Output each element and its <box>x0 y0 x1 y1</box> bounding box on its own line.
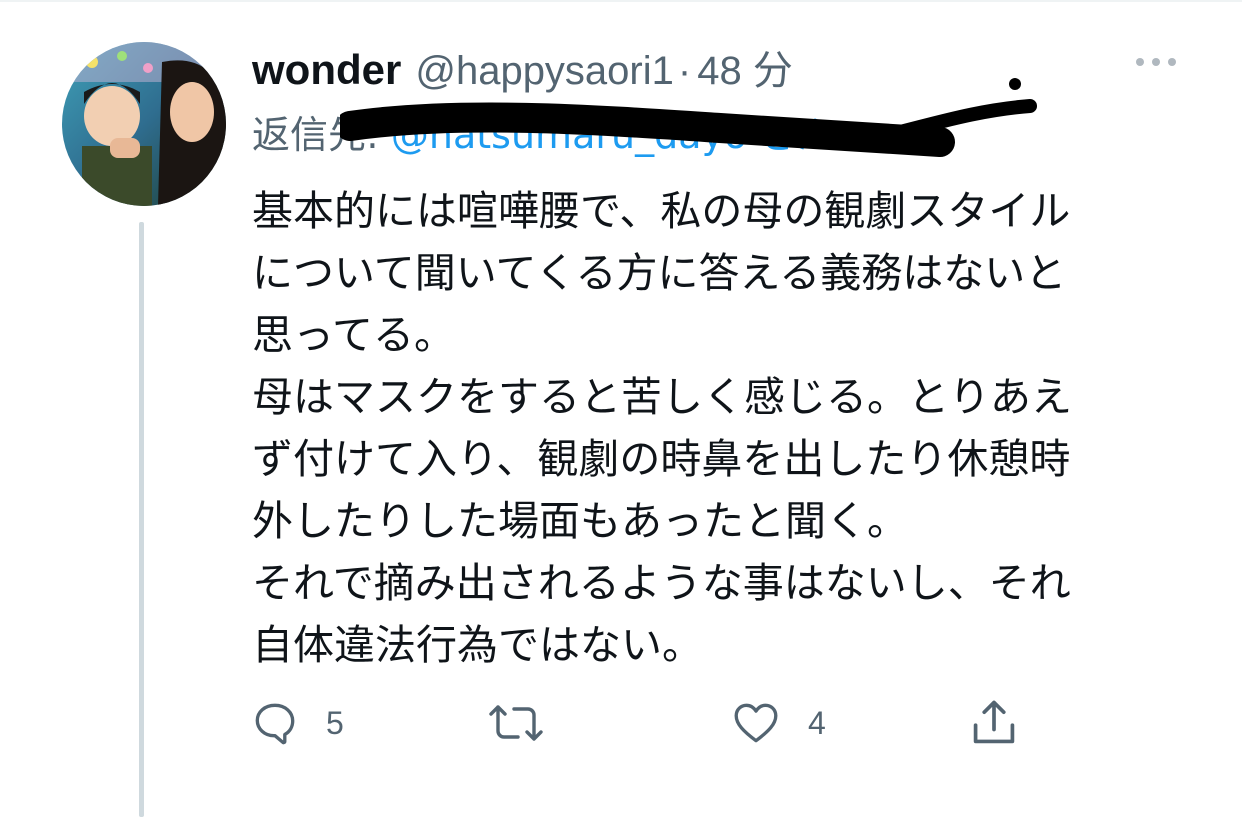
avatar[interactable] <box>62 42 226 206</box>
share-icon <box>973 700 1015 744</box>
like-button[interactable]: 4 <box>730 696 826 750</box>
tweet-text-line: 外したりした場面もあったと聞く。 <box>252 497 908 545</box>
tweet-text-line: ず付けて入り、観劇の時鼻を出したり休憩時 <box>252 435 1071 483</box>
tweet-text-line: について聞いてくる方に答える義務はないと <box>252 249 1067 297</box>
tweet-text: 基本的には喧嘩腰で、私の母の観劇スタイル について聞いてくる方に答える義務はない… <box>252 180 1172 676</box>
redaction-scribble <box>340 78 1037 157</box>
heart-icon <box>734 703 778 743</box>
reply-count: 5 <box>326 704 344 741</box>
tweet-text-line: 母はマスクをすると苦しく感じる。とりあえ <box>252 373 1072 421</box>
tweet-text-line: 基本的には喧嘩腰で、私の母の観劇スタイル <box>252 187 1071 235</box>
top-divider <box>0 0 1242 2</box>
reply-button[interactable]: 5 <box>250 696 344 750</box>
tweet-text-line: 思ってる。 <box>252 311 455 359</box>
share-button[interactable] <box>968 696 1020 750</box>
like-count: 4 <box>808 704 826 741</box>
tweet-text-line: それで摘み出されるような事はないし、それ <box>252 559 1071 607</box>
tweet-actions-bar: 5 4 <box>250 696 1050 756</box>
retweet-icon <box>489 705 543 741</box>
tweet-text-line: 自体違法行為ではない。 <box>252 621 703 669</box>
thread-connector-line <box>139 222 144 817</box>
retweet-button[interactable] <box>488 696 570 750</box>
reply-icon <box>255 703 295 745</box>
more-options-icon[interactable] <box>1134 52 1178 72</box>
